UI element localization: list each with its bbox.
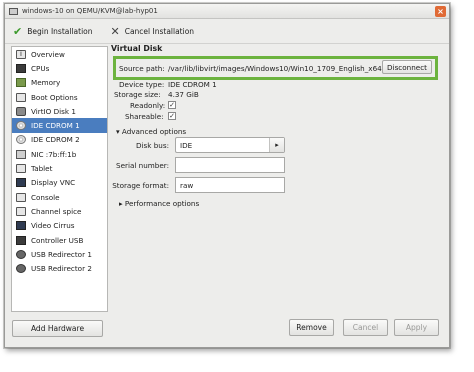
performance-options-toggle[interactable]: ▸ Performance options: [119, 199, 199, 208]
toolbar: ✔ Begin Installation ✕ Cancel Installati…: [5, 20, 449, 44]
channel-icon: [16, 206, 26, 216]
console-icon: [16, 192, 26, 202]
memory-icon: [16, 78, 26, 88]
checkmark-icon: ✔: [13, 25, 23, 38]
display-icon: [16, 178, 26, 188]
apply-label: Apply: [405, 323, 428, 332]
expander-right-icon: ▸: [119, 199, 123, 208]
cpu-icon: [16, 63, 26, 73]
sidebar-item-controller-usb[interactable]: Controller USB: [12, 233, 107, 247]
video-icon: [16, 221, 26, 231]
sidebar-item-label: Boot Options: [31, 92, 78, 102]
readonly-label: Readonly:: [130, 101, 166, 110]
sidebar-item-label: CPUs: [31, 63, 50, 73]
cancel-label: Cancel: [352, 323, 379, 332]
tablet-icon: [16, 164, 26, 174]
disk-bus-select[interactable]: IDE ▸: [175, 137, 285, 153]
sidebar-item-label: Console: [31, 192, 60, 202]
usb-icon: [16, 264, 26, 274]
add-hardware-button[interactable]: Add Hardware: [12, 320, 103, 337]
sidebar-item-memory[interactable]: Memory: [12, 76, 107, 90]
sidebar-item-tablet[interactable]: Tablet: [12, 161, 107, 175]
sidebar-item-label: Memory: [31, 78, 61, 88]
info-icon: i: [16, 49, 26, 59]
sidebar-item-cpus[interactable]: CPUs: [12, 61, 107, 75]
cdrom-icon: [16, 121, 26, 131]
sidebar-item-ide-cdrom-2[interactable]: IDE CDROM 2: [12, 133, 107, 147]
sidebar-item-label: Channel spice: [31, 206, 82, 216]
sidebar-item-usb-redirector-2[interactable]: USB Redirector 2: [12, 261, 107, 275]
source-path-highlight: Source path: /var/lib/libvirt/images/Win…: [113, 56, 438, 80]
sidebar-item-label: Controller USB: [31, 235, 84, 245]
controller-icon: [16, 235, 26, 245]
title-bar[interactable]: windows-10 on QEMU/KVM@lab-hyp01 ×: [5, 4, 449, 19]
sidebar-item-overview[interactable]: i Overview: [12, 47, 107, 61]
expander-down-icon: ▾: [116, 127, 120, 136]
apply-button[interactable]: Apply: [394, 319, 439, 336]
disconnect-label: Disconnect: [387, 62, 427, 72]
sidebar-item-label: Display VNC: [31, 178, 76, 188]
device-type-label: Device type:: [119, 80, 165, 89]
source-path-label: Source path:: [119, 64, 165, 73]
usb-icon: [16, 249, 26, 259]
storage-format-label: Storage format:: [112, 181, 169, 190]
remove-button[interactable]: Remove: [289, 319, 334, 336]
cancel-button[interactable]: Cancel: [343, 319, 388, 336]
storage-size-value: 4.37 GiB: [168, 90, 199, 99]
performance-options-label: Performance options: [124, 199, 200, 208]
dropdown-arrow-icon: ▸: [269, 138, 284, 152]
sidebar-item-label: Tablet: [31, 164, 53, 174]
window-icon: [9, 7, 18, 15]
sidebar-item-display-vnc[interactable]: Display VNC: [12, 176, 107, 190]
sidebar-item-label: Video Cirrus: [31, 221, 75, 231]
sidebar-item-label: Overview: [31, 49, 65, 59]
nic-icon: [16, 149, 26, 159]
storage-format-value: raw: [180, 180, 194, 190]
sidebar-item-label: IDE CDROM 2: [31, 135, 80, 145]
source-path-value: /var/lib/libvirt/images/Windows10/Win10_…: [168, 64, 395, 73]
cdrom-icon: [16, 135, 26, 145]
cancel-x-icon: ✕: [110, 25, 120, 38]
close-button[interactable]: ×: [435, 6, 446, 17]
disk-bus-value: IDE: [180, 140, 193, 150]
sidebar-item-channel-spice[interactable]: Channel spice: [12, 204, 107, 218]
storage-format-input[interactable]: raw: [175, 177, 285, 193]
serial-number-label: Serial number:: [116, 161, 169, 170]
sidebar-item-usb-redirector-1[interactable]: USB Redirector 1: [12, 247, 107, 261]
window-title: windows-10 on QEMU/KVM@lab-hyp01: [22, 7, 158, 15]
shareable-label: Shareable:: [125, 112, 164, 121]
sidebar-item-label: IDE CDROM 1: [31, 121, 80, 131]
sidebar-item-label: USB Redirector 2: [31, 264, 92, 274]
device-type-value: IDE CDROM 1: [168, 80, 217, 89]
serial-number-input[interactable]: [175, 157, 285, 173]
hardware-list[interactable]: i Overview CPUs Memory Boot Options Virt…: [11, 46, 108, 312]
boot-icon: [16, 92, 26, 102]
begin-installation-button[interactable]: ✔ Begin Installation: [13, 26, 93, 37]
cancel-installation-button[interactable]: ✕ Cancel Installation: [111, 26, 195, 37]
sidebar-item-label: VirtIO Disk 1: [31, 106, 76, 116]
sidebar-item-virtio-disk-1[interactable]: VirtIO Disk 1: [12, 104, 107, 118]
sidebar-item-label: USB Redirector 1: [31, 249, 92, 259]
begin-installation-label: Begin Installation: [27, 27, 93, 36]
advanced-options-label: Advanced options: [121, 127, 187, 136]
sidebar-item-label: NIC :7b:ff:1b: [31, 149, 77, 159]
section-title: Virtual Disk: [111, 44, 163, 53]
remove-label: Remove: [296, 323, 327, 332]
disk-bus-label: Disk bus:: [135, 141, 169, 150]
sidebar-item-boot-options[interactable]: Boot Options: [12, 90, 107, 104]
disconnect-button[interactable]: Disconnect: [382, 60, 432, 74]
disk-icon: [16, 106, 26, 116]
readonly-checkbox[interactable]: ✓: [168, 101, 176, 109]
cancel-installation-label: Cancel Installation: [124, 27, 195, 36]
storage-size-label: Storage size:: [114, 90, 161, 99]
sidebar-item-nic[interactable]: NIC :7b:ff:1b: [12, 147, 107, 161]
sidebar-item-console[interactable]: Console: [12, 190, 107, 204]
shareable-checkbox[interactable]: ✓: [168, 112, 176, 120]
sidebar-item-ide-cdrom-1[interactable]: IDE CDROM 1: [12, 118, 107, 133]
advanced-options-toggle[interactable]: ▾ Advanced options: [116, 127, 186, 136]
add-hardware-label: Add Hardware: [30, 324, 85, 333]
sidebar-item-video-cirrus[interactable]: Video Cirrus: [12, 219, 107, 233]
